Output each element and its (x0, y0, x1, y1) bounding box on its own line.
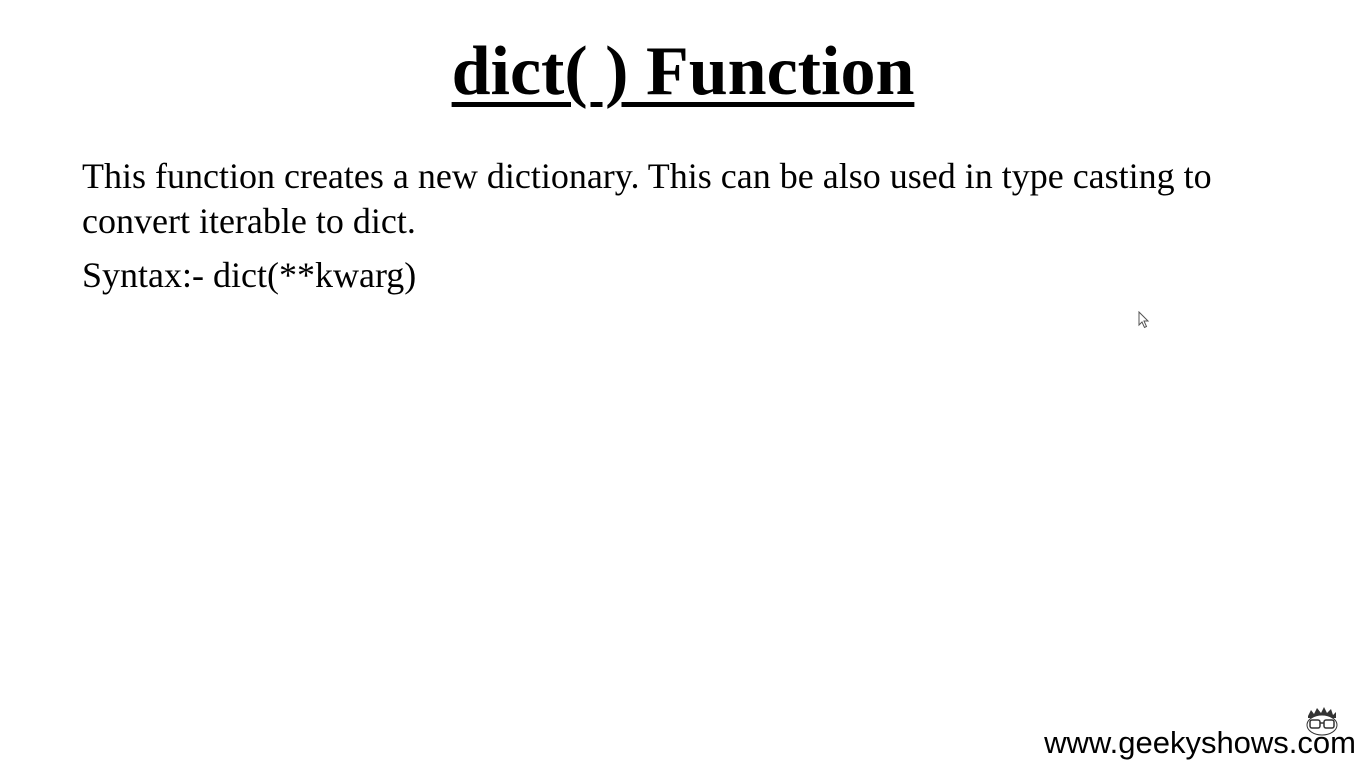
description-text: This function creates a new dictionary. … (82, 156, 1212, 241)
slide-title: dict( ) Function (451, 33, 915, 110)
syntax-text: Syntax:- dict(**kwarg) (82, 255, 417, 295)
mouse-pointer-icon (1138, 311, 1150, 329)
website-watermark: www.geekyshows.com (1044, 725, 1356, 760)
slide: dict( ) Function This function creates a… (0, 0, 1366, 768)
